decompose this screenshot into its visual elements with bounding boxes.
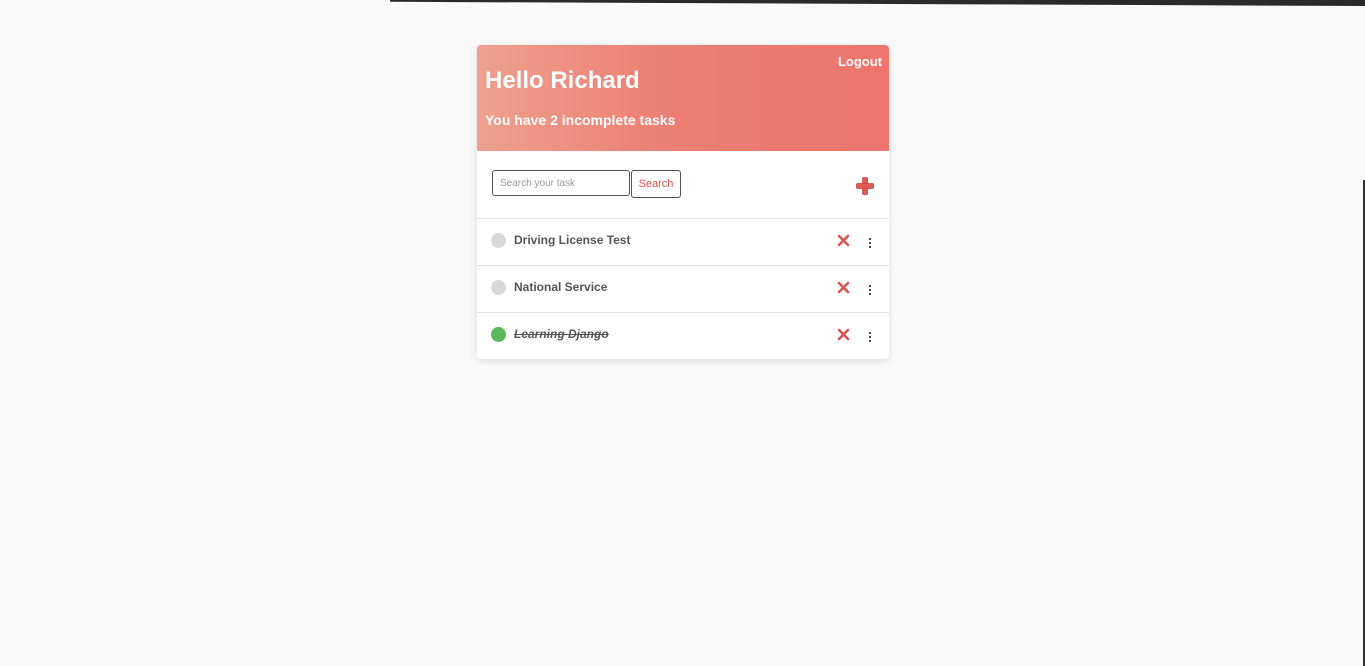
more-options-icon[interactable] [867,237,873,249]
task-row: National Service [477,266,889,313]
incomplete-tasks-count: You have 2 incomplete tasks [485,112,676,128]
window-top-edge [390,0,1365,6]
task-row: Driving License Test [477,219,889,266]
task-title[interactable]: National Service [514,280,607,294]
delete-icon[interactable] [837,234,850,247]
task-list: Driving License Test National Service Le… [477,219,889,359]
more-options-icon[interactable] [867,284,873,296]
task-row: Learning Django [477,313,889,359]
task-status-toggle[interactable] [491,233,506,248]
greeting-title: Hello Richard [485,67,640,94]
task-title[interactable]: Driving License Test [514,233,630,247]
delete-icon[interactable] [837,281,850,294]
card-header: Logout Hello Richard You have 2 incomple… [477,45,889,151]
task-status-toggle[interactable] [491,280,506,295]
logout-link[interactable]: Logout [838,54,882,69]
todo-card: Logout Hello Richard You have 2 incomple… [477,45,889,359]
task-status-toggle[interactable] [491,327,506,342]
delete-icon[interactable] [837,328,850,341]
search-toolbar: Search [477,151,889,219]
task-title[interactable]: Learning Django [514,327,609,341]
search-button[interactable]: Search [631,170,681,198]
plus-icon[interactable] [856,177,874,195]
more-options-icon[interactable] [867,331,873,343]
search-input[interactable] [492,170,630,196]
